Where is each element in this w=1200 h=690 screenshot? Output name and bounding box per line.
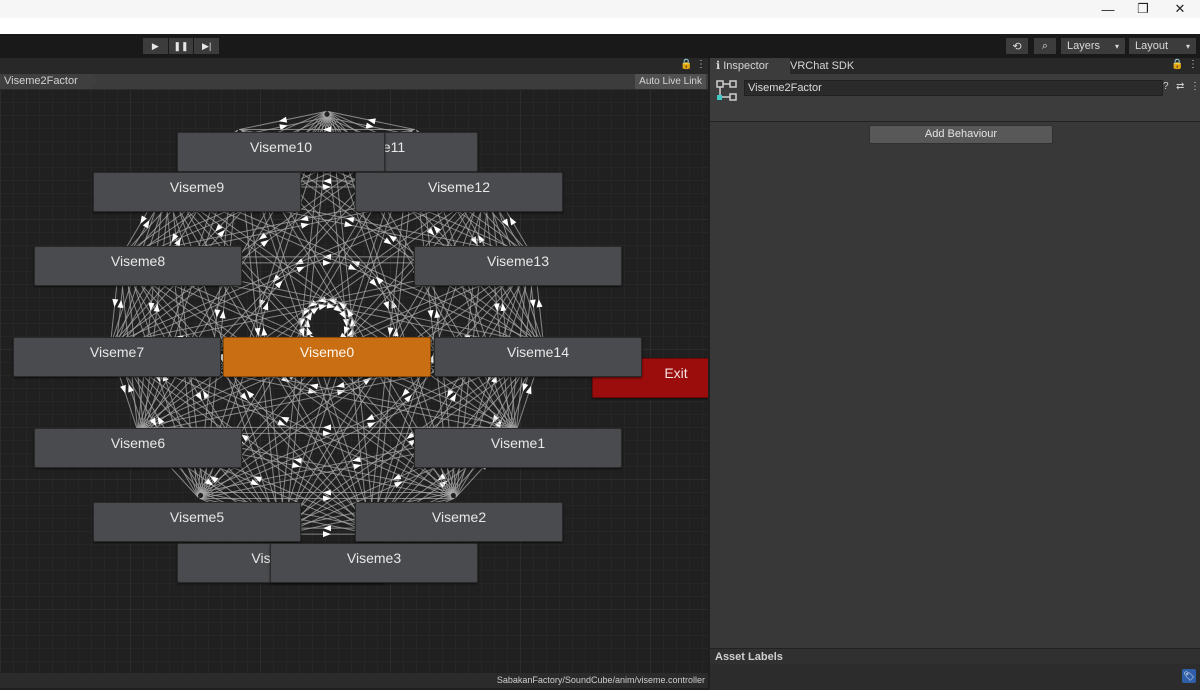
- auto-live-link-button[interactable]: Auto Live Link: [635, 74, 706, 89]
- asset-labels-header: Asset Labels: [710, 648, 1200, 664]
- inspector-window: ℹ Inspector VRChat SDK 🔒 ⋮ Viseme2Factor…: [710, 58, 1200, 690]
- state-label: Viseme6: [110, 435, 166, 451]
- inspector-tabbar: ℹ Inspector VRChat SDK 🔒 ⋮: [710, 58, 1200, 74]
- transition-arrow-icon: [112, 298, 119, 308]
- state-viseme7[interactable]: Viseme7: [13, 337, 221, 377]
- state-label: Viseme12: [427, 179, 490, 195]
- play-button[interactable]: ▶: [143, 38, 168, 54]
- menu-icon[interactable]: ⋮: [1188, 59, 1198, 70]
- state-viseme0-default[interactable]: Viseme0: [223, 337, 431, 377]
- pause-button[interactable]: ❚❚: [168, 38, 194, 54]
- transition-arrow-icon: [309, 383, 319, 390]
- state-label: Viseme2: [431, 509, 487, 525]
- minimize-button[interactable]: —: [1091, 0, 1125, 18]
- state-label: Viseme9: [169, 179, 225, 195]
- state-viseme8[interactable]: Viseme8: [34, 246, 242, 286]
- label-icon[interactable]: 🏷: [1182, 669, 1196, 683]
- state-label: Viseme0: [299, 344, 355, 360]
- state-viseme10[interactable]: Viseme10: [177, 132, 385, 172]
- transition-arrow-icon: [383, 301, 389, 310]
- info-icon: ℹ: [716, 60, 721, 72]
- state-machine-icon: [716, 80, 737, 101]
- tab-inspector[interactable]: ℹ Inspector: [710, 58, 790, 74]
- controller-path: SabakanFactory/SoundCube/anim/viseme.con…: [0, 673, 708, 688]
- transition-arrow-icon: [323, 531, 331, 538]
- transition-arrow-icon: [387, 327, 394, 336]
- state-label: Vis: [251, 550, 271, 566]
- asset-labels-body: 🏷: [710, 664, 1200, 690]
- transition-arrow-icon: [278, 116, 288, 123]
- layers-label: Layers: [1067, 40, 1101, 52]
- transition-arrow-icon: [344, 221, 353, 228]
- state-label: Viseme5: [169, 509, 225, 525]
- layout-dropdown[interactable]: Layout ▾: [1129, 38, 1196, 54]
- inspector-header: Viseme2Factor ? ⇄ ⋮: [710, 74, 1200, 122]
- object-name-field[interactable]: Viseme2Factor: [744, 80, 1163, 96]
- transition-arrow-icon: [120, 384, 126, 394]
- state-viseme2[interactable]: Viseme2: [355, 502, 563, 542]
- animator-header: [0, 74, 708, 89]
- state-label: Viseme10: [249, 139, 312, 155]
- state-label: Viseme1: [490, 435, 546, 451]
- state-viseme12[interactable]: Viseme12: [355, 172, 563, 212]
- menu-icon[interactable]: ⋮: [696, 59, 706, 70]
- state-viseme14[interactable]: Viseme14: [434, 337, 642, 377]
- transition-arrow-icon: [195, 392, 202, 401]
- transition-arrow-icon: [323, 178, 331, 185]
- transition-arrow-icon: [323, 259, 331, 266]
- state-viseme5[interactable]: Viseme5: [93, 502, 301, 542]
- window-titlebar: — ❐ ✕: [0, 0, 1200, 34]
- state-viseme3[interactable]: Viseme3: [270, 543, 478, 583]
- transition-arrow-icon: [427, 310, 434, 319]
- close-button[interactable]: ✕: [1163, 0, 1197, 18]
- playmode-controls: ▶ ❚❚ ▶|: [143, 38, 220, 54]
- transition-arrow-icon: [261, 327, 268, 336]
- layers-dropdown[interactable]: Layers ▾: [1061, 38, 1125, 54]
- animator-window: 🔒 ⋮ Viseme2Factor Auto Live Link Exit e1…: [0, 58, 708, 688]
- state-viseme1[interactable]: Viseme1: [414, 428, 622, 468]
- state-label: Viseme14: [506, 344, 569, 360]
- menu-icon[interactable]: ⋮: [1190, 81, 1200, 92]
- transition-arrow-icon: [323, 424, 331, 431]
- transition-arrow-icon: [219, 310, 226, 319]
- chevron-down-icon: ▾: [1185, 41, 1190, 51]
- state-label: Viseme3: [346, 550, 402, 566]
- search-icon[interactable]: ⌕: [1034, 38, 1056, 54]
- layout-label: Layout: [1135, 40, 1169, 52]
- state-label: e11: [382, 139, 406, 155]
- transition-arrow-icon: [254, 327, 261, 337]
- lock-icon[interactable]: 🔒: [680, 59, 692, 70]
- transition-arrow-icon: [365, 414, 375, 421]
- state-label: Viseme8: [110, 253, 166, 269]
- animator-tabbar: 🔒 ⋮: [0, 58, 708, 74]
- tab-inspector-label: Inspector: [723, 60, 769, 72]
- transition-arrow-icon: [367, 118, 376, 125]
- titlebar-strip: [0, 0, 1200, 18]
- transition-arrow-icon: [296, 266, 305, 273]
- exit-state-label: Exit: [664, 365, 688, 381]
- state-viseme6[interactable]: Viseme6: [34, 428, 242, 468]
- transition-arrow-icon: [323, 525, 331, 532]
- state-label: Viseme7: [89, 344, 145, 360]
- step-button[interactable]: ▶|: [194, 38, 220, 54]
- state-viseme9[interactable]: Viseme9: [93, 172, 301, 212]
- tab-vrchat-sdk[interactable]: VRChat SDK: [784, 58, 860, 74]
- history-icon[interactable]: ⟲: [1006, 38, 1028, 54]
- state-graph[interactable]: Exit e11 Viseme10 Viseme9 Viseme12 Visem…: [0, 89, 708, 673]
- state-label: Viseme13: [486, 253, 549, 269]
- restore-button[interactable]: ❐: [1126, 0, 1160, 18]
- chevron-down-icon: ▾: [1114, 41, 1119, 51]
- transition-arrow-icon: [536, 299, 543, 308]
- presets-icon[interactable]: ⇄: [1176, 81, 1184, 92]
- transition-arrow-icon: [260, 239, 269, 247]
- transition-arrow-icon: [509, 216, 517, 226]
- help-icon[interactable]: ?: [1163, 81, 1169, 92]
- transition-arrow-icon: [336, 381, 345, 388]
- add-behaviour-button[interactable]: Add Behaviour: [869, 125, 1053, 144]
- state-viseme13[interactable]: Viseme13: [414, 246, 622, 286]
- transition-arrow-icon: [300, 222, 310, 229]
- lock-icon[interactable]: 🔒: [1171, 59, 1183, 70]
- breadcrumb[interactable]: Viseme2Factor: [0, 74, 98, 89]
